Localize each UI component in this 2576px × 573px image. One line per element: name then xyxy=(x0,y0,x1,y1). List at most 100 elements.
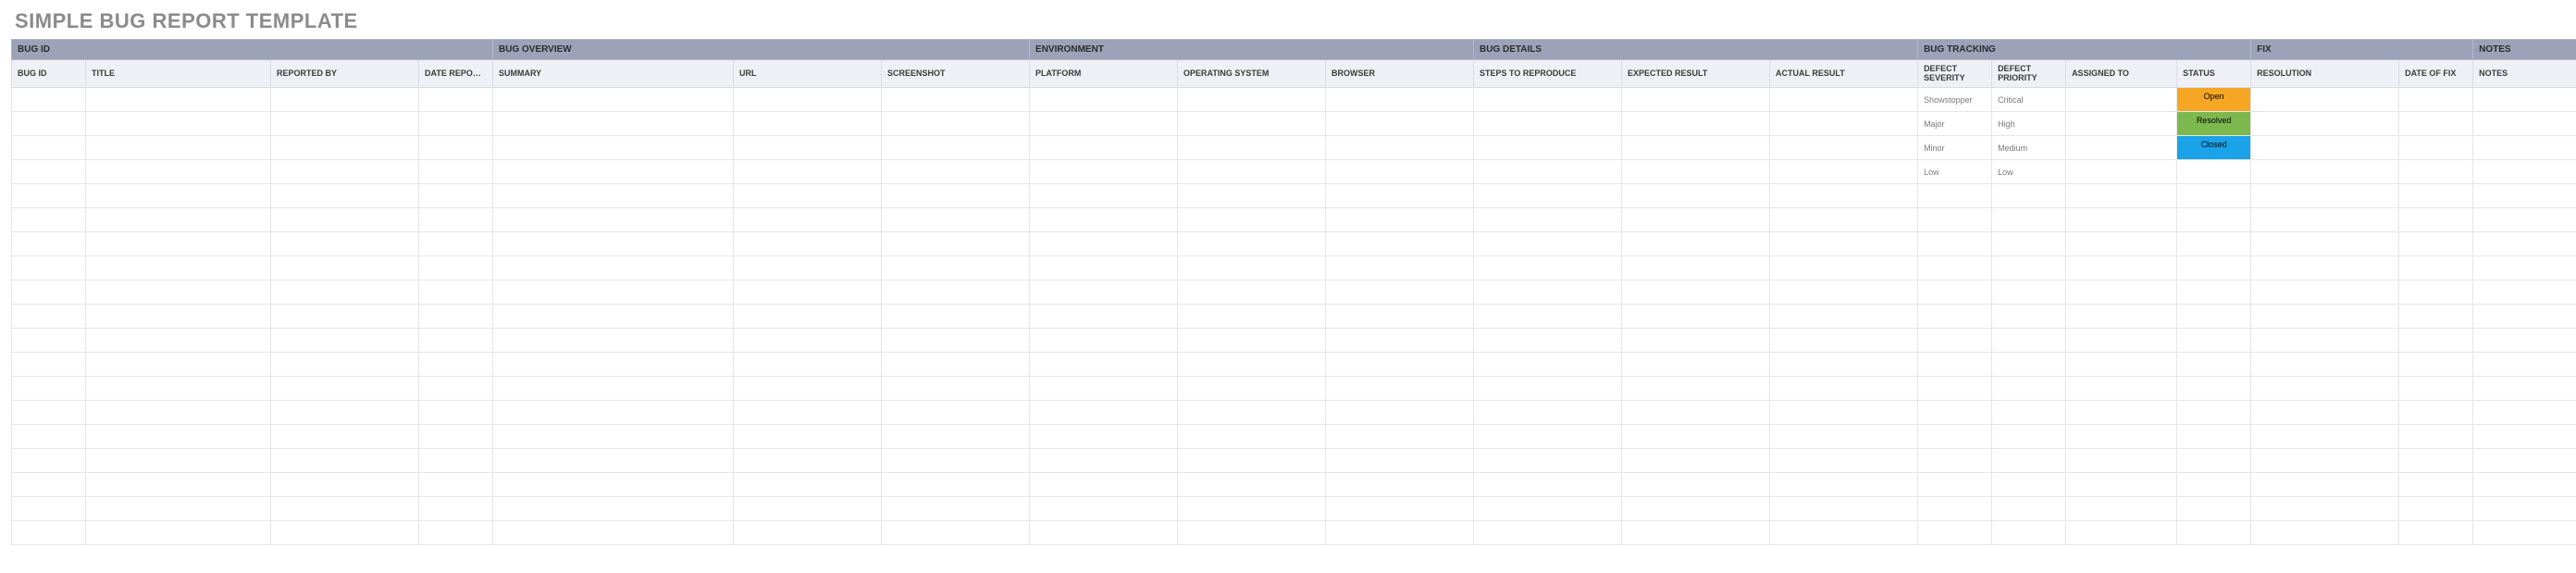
cell[interactable] xyxy=(1474,377,1622,401)
cell[interactable] xyxy=(493,425,734,449)
cell[interactable] xyxy=(2399,112,2473,136)
cell[interactable] xyxy=(2177,305,2251,329)
cell[interactable] xyxy=(882,377,1030,401)
cell[interactable] xyxy=(2399,329,2473,353)
cell[interactable] xyxy=(1770,112,1918,136)
cell[interactable] xyxy=(2066,88,2177,112)
defect-severity-cell[interactable]: Low xyxy=(1918,160,1992,184)
cell[interactable] xyxy=(86,329,271,353)
cell[interactable] xyxy=(12,136,86,160)
cell[interactable] xyxy=(1622,401,1770,425)
cell[interactable] xyxy=(419,112,493,136)
cell[interactable] xyxy=(12,208,86,232)
cell[interactable] xyxy=(734,232,882,256)
cell[interactable] xyxy=(2066,208,2177,232)
cell[interactable] xyxy=(12,160,86,184)
cell[interactable] xyxy=(734,449,882,473)
cell[interactable] xyxy=(419,88,493,112)
cell[interactable] xyxy=(271,377,419,401)
cell[interactable] xyxy=(1326,377,1474,401)
cell[interactable] xyxy=(2066,425,2177,449)
cell[interactable] xyxy=(1030,305,1178,329)
cell[interactable] xyxy=(2251,232,2399,256)
cell[interactable] xyxy=(734,136,882,160)
cell[interactable] xyxy=(1474,208,1622,232)
cell[interactable] xyxy=(1030,136,1178,160)
cell[interactable] xyxy=(271,232,419,256)
cell[interactable] xyxy=(1326,329,1474,353)
cell[interactable] xyxy=(1178,256,1326,280)
cell[interactable] xyxy=(2251,521,2399,545)
cell[interactable] xyxy=(2399,232,2473,256)
cell[interactable] xyxy=(2473,184,2576,208)
cell[interactable] xyxy=(882,425,1030,449)
cell[interactable] xyxy=(1030,256,1178,280)
cell[interactable] xyxy=(2473,160,2576,184)
cell[interactable] xyxy=(2177,425,2251,449)
cell[interactable] xyxy=(1030,112,1178,136)
cell[interactable] xyxy=(271,329,419,353)
cell[interactable] xyxy=(12,112,86,136)
cell[interactable] xyxy=(2399,353,2473,377)
cell[interactable] xyxy=(1030,232,1178,256)
cell[interactable] xyxy=(2473,425,2576,449)
cell[interactable] xyxy=(1622,305,1770,329)
cell[interactable] xyxy=(419,184,493,208)
cell[interactable] xyxy=(2066,160,2177,184)
cell[interactable] xyxy=(734,473,882,497)
cell[interactable] xyxy=(882,112,1030,136)
cell[interactable] xyxy=(1918,280,1992,305)
cell[interactable] xyxy=(1326,521,1474,545)
cell[interactable] xyxy=(1326,184,1474,208)
cell[interactable] xyxy=(734,521,882,545)
cell[interactable] xyxy=(493,184,734,208)
cell[interactable] xyxy=(2177,208,2251,232)
cell[interactable] xyxy=(2399,449,2473,473)
cell[interactable] xyxy=(86,184,271,208)
status-cell[interactable]: Open xyxy=(2177,88,2251,112)
cell[interactable] xyxy=(86,208,271,232)
cell[interactable] xyxy=(1622,256,1770,280)
cell[interactable] xyxy=(12,449,86,473)
cell[interactable] xyxy=(1770,353,1918,377)
cell[interactable] xyxy=(2251,425,2399,449)
cell[interactable] xyxy=(1178,232,1326,256)
cell[interactable] xyxy=(882,521,1030,545)
cell[interactable] xyxy=(1992,256,2066,280)
cell[interactable] xyxy=(12,425,86,449)
cell[interactable] xyxy=(1918,497,1992,521)
cell[interactable] xyxy=(493,353,734,377)
cell[interactable] xyxy=(493,112,734,136)
cell[interactable] xyxy=(1178,112,1326,136)
cell[interactable] xyxy=(1622,449,1770,473)
cell[interactable] xyxy=(493,256,734,280)
cell[interactable] xyxy=(734,88,882,112)
cell[interactable] xyxy=(86,136,271,160)
cell[interactable] xyxy=(1770,136,1918,160)
cell[interactable] xyxy=(2066,232,2177,256)
defect-priority-cell[interactable]: Critical xyxy=(1992,88,2066,112)
cell[interactable] xyxy=(1770,401,1918,425)
cell[interactable] xyxy=(86,473,271,497)
cell[interactable] xyxy=(2177,401,2251,425)
cell[interactable] xyxy=(493,160,734,184)
cell[interactable] xyxy=(271,88,419,112)
cell[interactable] xyxy=(1474,280,1622,305)
cell[interactable] xyxy=(882,473,1030,497)
cell[interactable] xyxy=(734,256,882,280)
cell[interactable] xyxy=(2399,425,2473,449)
cell[interactable] xyxy=(271,184,419,208)
cell[interactable] xyxy=(1178,160,1326,184)
cell[interactable] xyxy=(2177,497,2251,521)
cell[interactable] xyxy=(419,377,493,401)
cell[interactable] xyxy=(86,232,271,256)
cell[interactable] xyxy=(271,473,419,497)
cell[interactable] xyxy=(12,521,86,545)
cell[interactable] xyxy=(1474,112,1622,136)
cell[interactable] xyxy=(2251,497,2399,521)
cell[interactable] xyxy=(1622,232,1770,256)
cell[interactable] xyxy=(419,497,493,521)
cell[interactable] xyxy=(493,305,734,329)
cell[interactable] xyxy=(2066,353,2177,377)
cell[interactable] xyxy=(1918,256,1992,280)
